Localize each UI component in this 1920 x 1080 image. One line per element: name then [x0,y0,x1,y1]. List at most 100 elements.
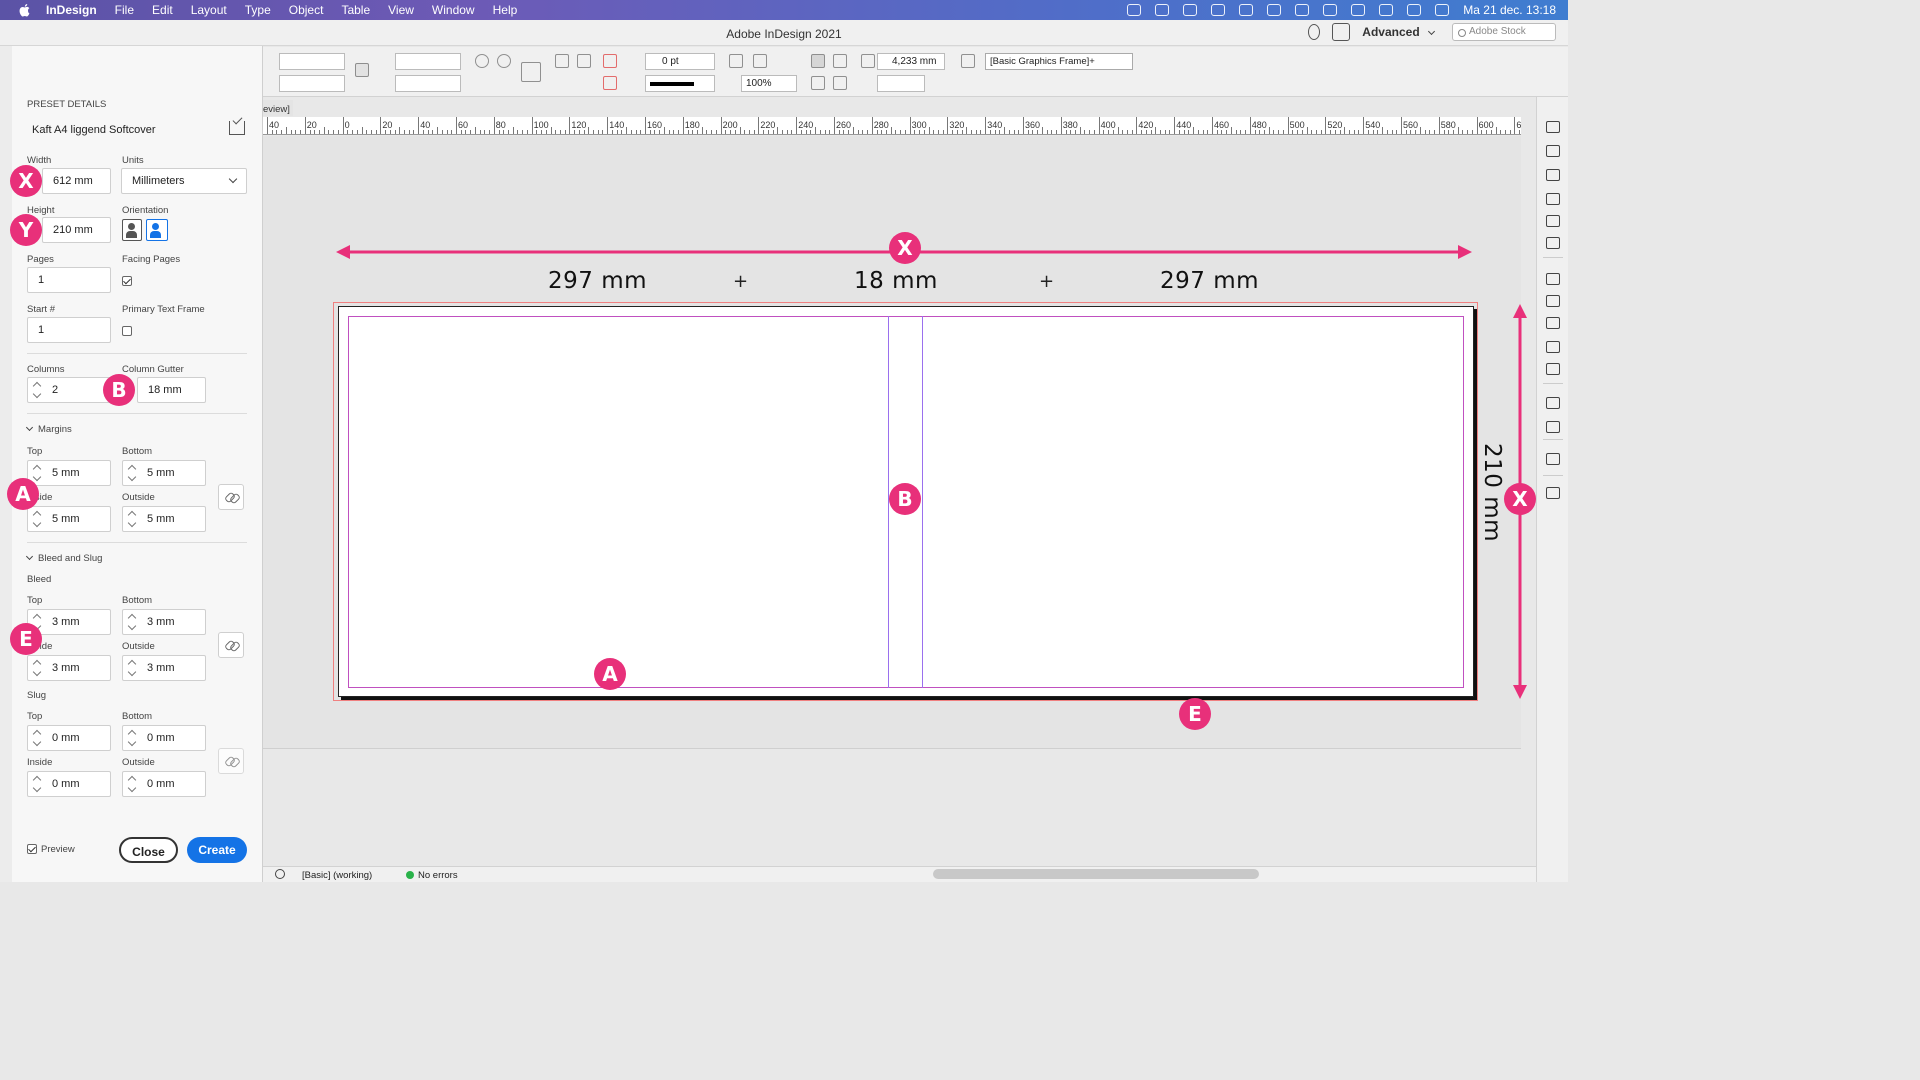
text-wrap-icon[interactable] [1546,215,1560,227]
character-icon[interactable] [1546,317,1560,329]
bleed-bottom-value: 3 mm [147,616,175,628]
slug-top-field[interactable]: 0 mm [27,725,111,751]
unlink-slug-icon[interactable] [218,748,244,774]
bleed-top-label: Top [27,595,43,606]
divider [27,413,247,414]
panel-separator [1543,475,1563,476]
stepper-icon[interactable] [128,775,136,793]
bleed-slug-section-toggle[interactable]: Bleed and Slug [25,552,102,564]
marker-x-width-field: X [10,165,42,197]
slug-bottom-field[interactable]: 0 mm [122,725,206,751]
marker-y-height-field: Y [10,214,42,246]
portrait-icon-body [126,231,137,238]
preview-checkbox[interactable] [27,844,37,854]
marker-b-gutter-field: B [103,374,135,406]
marker-a-margins: A [7,478,39,510]
stepper-icon[interactable] [128,659,136,677]
stepper-icon[interactable] [128,729,136,747]
columns-field[interactable]: 2 [27,377,111,403]
margins-section-label: Margins [38,424,72,435]
stepper-icon[interactable] [33,729,41,747]
info-icon[interactable] [1546,363,1560,375]
height-field[interactable]: 210 mm [42,217,111,243]
close-button[interactable]: Close [119,837,178,863]
bleed-outside-field[interactable]: 3 mm [122,655,206,681]
slug-inside-value: 0 mm [52,778,80,790]
link-bleed-icon[interactable] [218,632,244,658]
swatches-icon[interactable] [1546,295,1560,307]
primary-text-frame-checkbox[interactable] [122,326,132,336]
preflight-profile[interactable]: [Basic] (working) [302,870,372,881]
margin-outside-value: 5 mm [147,513,175,525]
divider [27,542,247,543]
character-styles-icon[interactable] [1546,487,1560,499]
dim-right-page: 297 mm [1160,268,1260,294]
layers-icon[interactable] [1546,169,1560,181]
start-number-label: Start # [27,304,55,315]
stepper-icon[interactable] [33,659,41,677]
bleed-bottom-field[interactable]: 3 mm [122,609,206,635]
width-field[interactable]: 612 mm [42,168,111,194]
width-label: Width [27,155,52,166]
portrait-orientation-button[interactable] [122,219,142,241]
margins-section-toggle[interactable]: Margins [25,423,72,435]
start-number-field[interactable]: 1 [27,317,111,343]
panel-dock [1536,97,1568,882]
bleed-label: Bleed [27,574,52,585]
paragraph-styles-icon[interactable] [1546,273,1560,285]
stepper-icon[interactable] [128,464,136,482]
margin-inside-value: 5 mm [52,513,80,525]
dim-left-page: 297 mm [548,268,648,294]
stepper-icon[interactable] [128,613,136,631]
stepper-icon[interactable] [33,381,41,399]
landscape-orientation-button[interactable] [146,219,168,241]
stepper-icon[interactable] [33,510,41,528]
stroke-panel-icon[interactable] [1546,237,1560,249]
preflight-icon[interactable] [275,869,285,879]
create-button[interactable]: Create [187,837,247,863]
margin-inside-field[interactable]: 5 mm [27,506,111,532]
margin-top-field[interactable]: 5 mm [27,460,111,486]
bleed-outside-label: Outside [122,641,155,652]
effects-icon[interactable] [1546,397,1560,409]
link-margins-icon[interactable] [218,484,244,510]
column-gutter-field[interactable]: 18 mm [137,377,206,403]
facing-pages-checkbox[interactable] [122,276,132,286]
save-preset-icon[interactable] [229,121,245,135]
bleed-inside-value: 3 mm [52,662,80,674]
no-errors-dot-icon [406,871,414,879]
slug-top-label: Top [27,711,43,722]
stepper-icon[interactable] [128,510,136,528]
paragraph-icon[interactable] [1546,453,1560,465]
errors-status[interactable]: No errors [418,870,458,881]
margin-outside-field[interactable]: 5 mm [122,506,206,532]
units-select[interactable]: Millimeters [121,168,247,194]
dialog-side-strip [0,46,12,882]
pages-icon[interactable] [1546,121,1560,133]
gradient-icon[interactable] [1546,341,1560,353]
bleed-top-value: 3 mm [52,616,80,628]
slug-inside-field[interactable]: 0 mm [27,771,111,797]
units-label: Units [122,155,144,166]
slug-outside-field[interactable]: 0 mm [122,771,206,797]
margin-bottom-field[interactable]: 5 mm [122,460,206,486]
links-icon[interactable] [1546,145,1560,157]
margin-bottom-value: 5 mm [147,467,175,479]
horizontal-scrollbar[interactable] [933,869,1259,879]
units-value: Millimeters [132,175,185,187]
dim-spine: 18 mm [854,268,938,294]
landscape-icon-body [150,231,161,238]
new-document-dialog: PRESET DETAILS Kaft A4 liggend Softcover… [0,46,263,882]
pages-field[interactable]: 1 [27,267,111,293]
margin-top-value: 5 mm [52,467,80,479]
object-styles-icon[interactable] [1546,421,1560,433]
bleed-inside-field[interactable]: 3 mm [27,655,111,681]
stepper-icon[interactable] [33,464,41,482]
panel-separator [1543,439,1563,440]
preset-name-field[interactable]: Kaft A4 liggend Softcover [32,124,156,136]
chevron-down-icon [25,552,34,561]
stepper-icon[interactable] [33,775,41,793]
columns-value: 2 [52,384,59,396]
cc-libraries-icon[interactable] [1546,193,1560,205]
slug-bottom-label: Bottom [122,711,153,722]
